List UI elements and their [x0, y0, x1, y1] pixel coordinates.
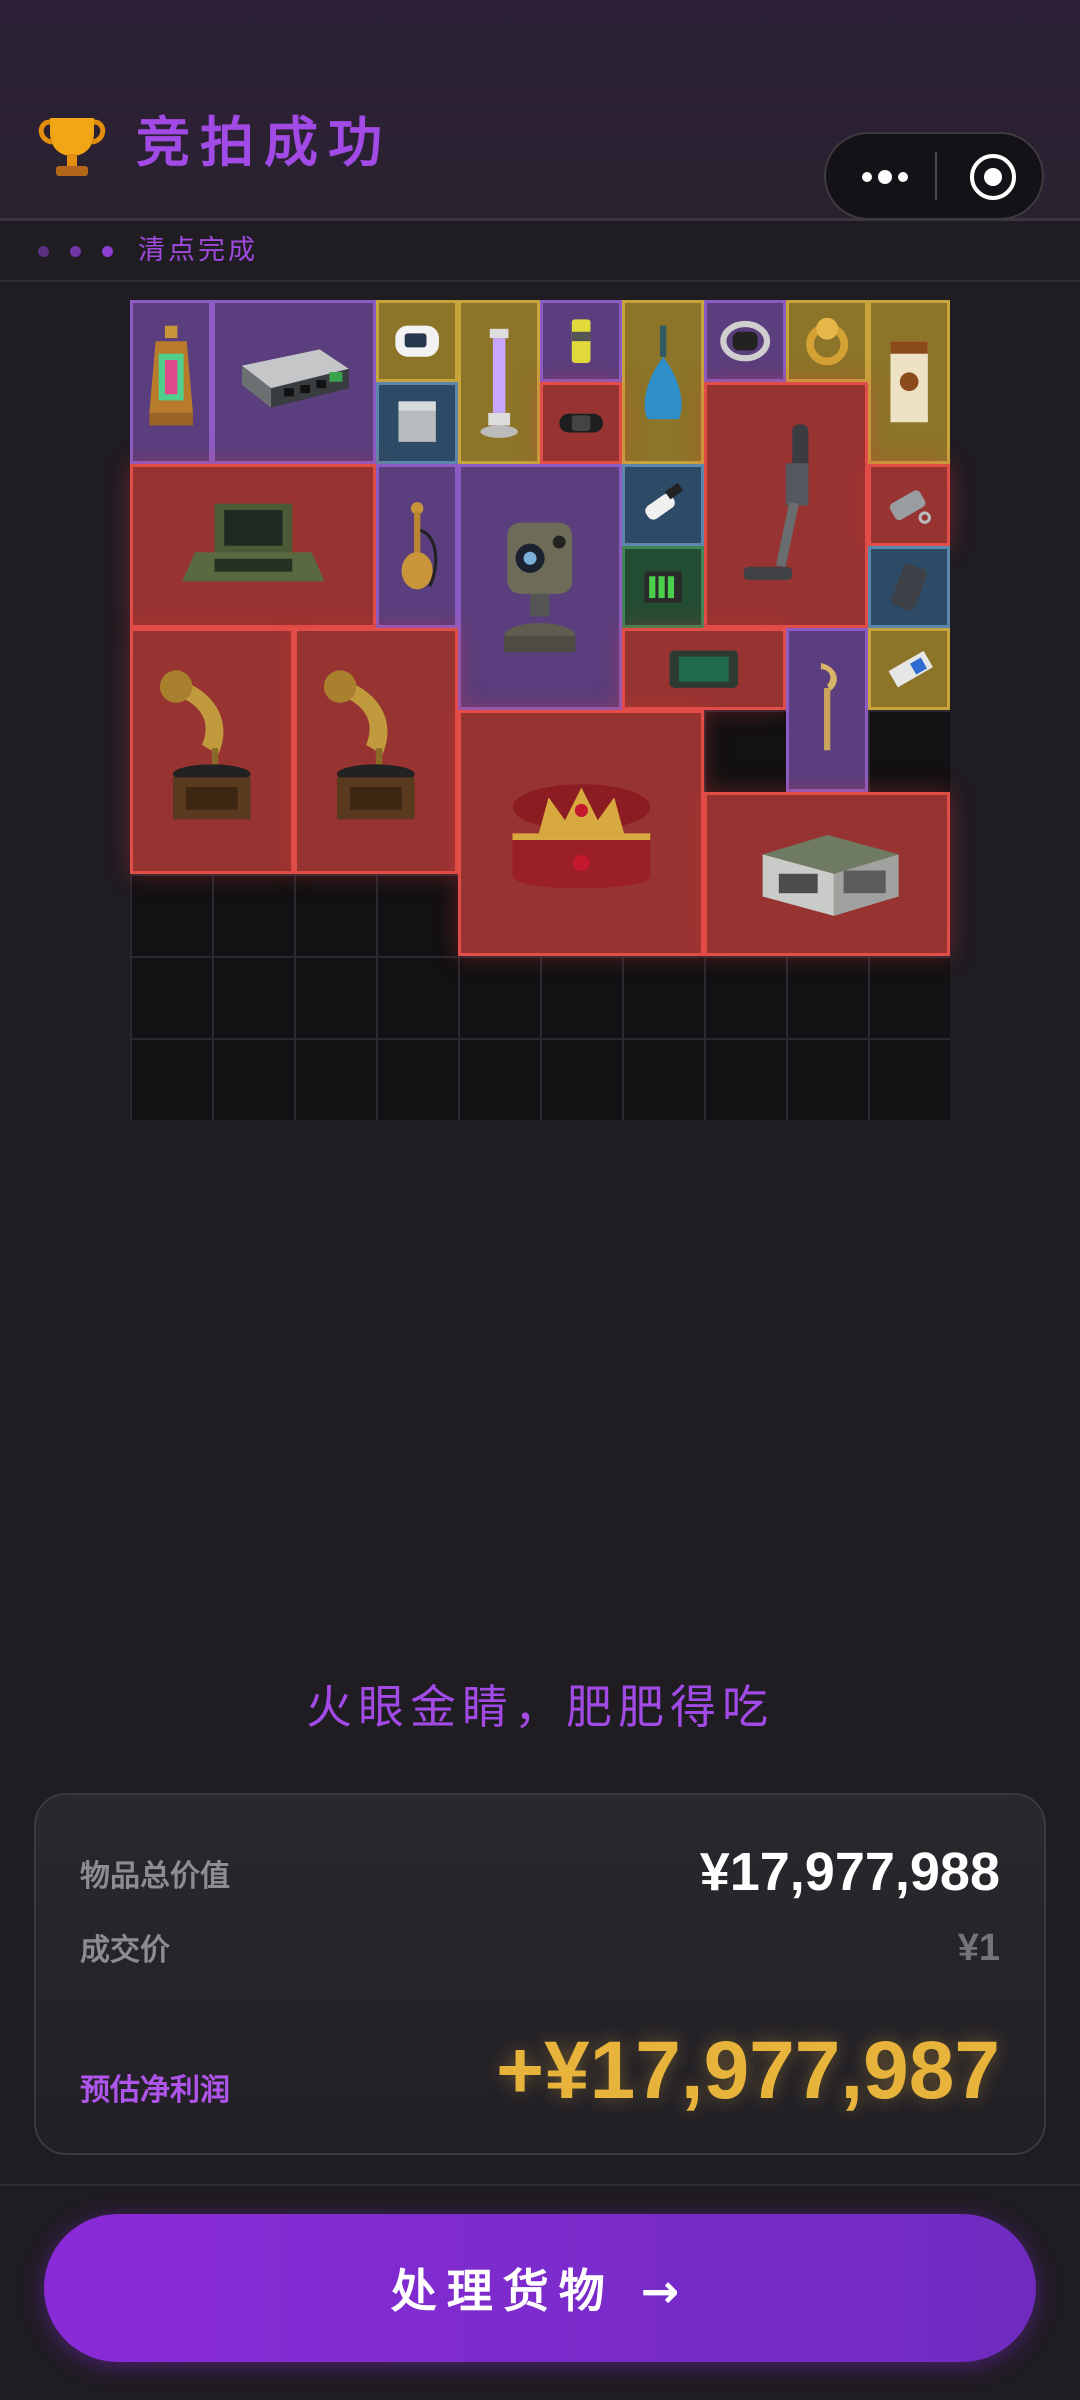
usb-key-icon[interactable]	[622, 464, 704, 546]
circuit-board-icon[interactable]	[622, 628, 786, 710]
lantern-icon[interactable]	[130, 300, 212, 464]
coffee-box-icon[interactable]	[868, 300, 950, 464]
trophy-icon	[38, 118, 106, 176]
profit-value: +¥17,977,987	[496, 2025, 1000, 2116]
fitness-tracker-icon[interactable]	[540, 382, 622, 464]
divider	[0, 2184, 1080, 2186]
status-text: 清点完成	[138, 235, 258, 266]
more-dots-icon[interactable]	[856, 158, 936, 194]
slogan-text: 火眼金睛，肥肥得吃	[306, 1680, 774, 1734]
military-crate-icon[interactable]	[704, 792, 950, 956]
summary-card: 物品总价值 ¥17,977,988 成交价 ¥1 预估净利润 +¥17,977,…	[34, 1793, 1046, 2155]
power-module-icon[interactable]	[376, 382, 458, 464]
pulse-oximeter-icon[interactable]	[376, 300, 458, 382]
ssd-drive-icon[interactable]	[868, 628, 950, 710]
usb-drive-icon[interactable]	[868, 464, 950, 546]
gramophone-icon[interactable]	[294, 628, 458, 874]
cordless-vacuum-icon[interactable]	[704, 382, 868, 628]
hookah-icon[interactable]	[376, 464, 458, 628]
deal-price-value: ¥1	[957, 1927, 1000, 1969]
total-value-label: 物品总价值	[80, 1859, 230, 1894]
energy-drink-can-icon[interactable]	[540, 300, 622, 382]
deal-price-label: 成交价	[80, 1933, 170, 1968]
inventory-grid	[130, 300, 950, 1120]
status-row: 清点完成	[0, 222, 1080, 282]
uv-lamp-icon[interactable]	[458, 300, 540, 464]
network-switch-icon[interactable]	[212, 300, 376, 464]
camera-turret-icon[interactable]	[458, 464, 622, 710]
gold-ring-icon[interactable]	[786, 300, 868, 382]
crown-chest-icon[interactable]	[458, 710, 704, 956]
target-circle-icon[interactable]	[970, 154, 1016, 200]
smart-band-icon[interactable]	[704, 300, 786, 382]
perfume-bottle-icon[interactable]	[622, 300, 704, 464]
process-goods-button[interactable]: 处理货物 →	[44, 2214, 1036, 2362]
top-bar: 竞拍成功	[0, 0, 1080, 221]
gramophone-icon[interactable]	[130, 628, 294, 874]
profit-label: 预估净利润	[80, 2073, 230, 2108]
torch-figure-icon[interactable]	[786, 628, 868, 792]
page-title: 竞拍成功	[136, 111, 392, 174]
rugged-laptop-icon[interactable]	[130, 464, 376, 628]
mini-program-capsule	[824, 132, 1044, 220]
process-goods-label: 处理货物 →	[390, 2264, 690, 2318]
total-value: ¥17,977,988	[699, 1842, 1000, 1902]
capsule-divider	[935, 152, 937, 200]
progress-dots-icon	[38, 244, 118, 260]
power-bank-icon[interactable]	[868, 546, 950, 628]
battery-pack-icon[interactable]	[622, 546, 704, 628]
